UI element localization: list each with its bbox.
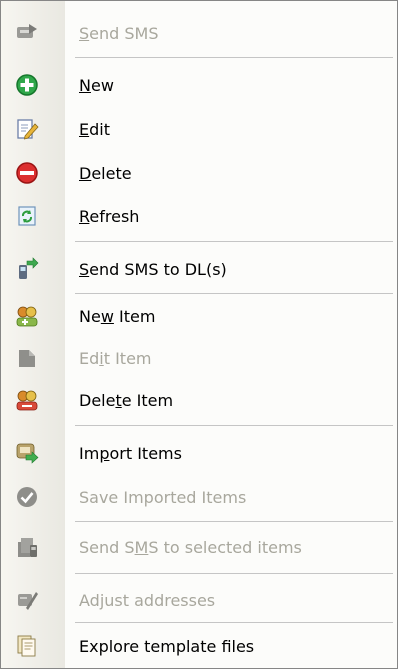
menu-separator [75, 425, 393, 426]
menu-separator [75, 293, 393, 294]
menu-item-edit-item[interactable]: Edit Item [1, 337, 397, 379]
menu-item-refresh[interactable]: Refresh [1, 195, 397, 237]
edit-icon [15, 117, 39, 141]
menu-item-edit[interactable]: Edit [1, 107, 397, 151]
menu-separator [75, 241, 393, 242]
menu-item-label: Delete Item [79, 390, 174, 410]
menu-separator [75, 521, 393, 522]
menu-item-label: Refresh [79, 206, 140, 226]
context-menu: Send SMS New Edit Delete Refresh Send SM… [0, 0, 398, 669]
import-items-icon [15, 441, 39, 465]
menu-item-label: Send SMS to DL(s) [79, 259, 227, 279]
explore-templates-icon [15, 634, 39, 658]
menu-item-send-sms-to-selected[interactable]: Send SMS to selected items [1, 525, 397, 569]
menu-item-label: Save Imported Items [79, 487, 247, 507]
menu-item-label: Import Items [79, 443, 182, 463]
menu-item-label: Explore template files [79, 636, 255, 656]
menu-item-adjust-addresses[interactable]: Adjust addresses [1, 579, 397, 621]
menu-item-label: New Item [79, 306, 156, 326]
menu-item-label: Edit Item [79, 348, 152, 368]
checkmark-circle-icon [15, 485, 39, 509]
new-item-icon [15, 304, 39, 328]
menu-item-import-items[interactable]: Import Items [1, 431, 397, 475]
menu-separator [75, 573, 393, 574]
menu-item-label: Edit [79, 119, 110, 139]
send-to-selected-icon [15, 535, 39, 559]
refresh-icon [15, 204, 39, 228]
menu-item-label: New [79, 75, 114, 95]
menu-item-label: Delete [79, 163, 132, 183]
menu-item-new[interactable]: New [1, 63, 397, 107]
menu-separator [75, 622, 393, 623]
menu-item-new-item[interactable]: New Item [1, 295, 397, 337]
menu-item-send-sms-to-dl[interactable]: Send SMS to DL(s) [1, 247, 397, 291]
send-sms-icon [15, 21, 39, 45]
delete-item-icon [15, 388, 39, 412]
adjust-addresses-icon [15, 588, 39, 612]
menu-item-label: Send SMS to selected items [79, 537, 302, 557]
menu-item-label: Send SMS [79, 23, 159, 43]
menu-item-delete[interactable]: Delete [1, 151, 397, 195]
menu-separator [75, 57, 393, 58]
menu-item-label: Adjust addresses [79, 590, 216, 610]
edit-item-icon [15, 346, 39, 370]
add-circle-icon [15, 73, 39, 97]
menu-item-send-sms[interactable]: Send SMS [1, 13, 397, 53]
delete-circle-icon [15, 161, 39, 185]
menu-item-explore-template-files[interactable]: Explore template files [1, 625, 397, 667]
menu-item-save-imported-items[interactable]: Save Imported Items [1, 475, 397, 519]
send-to-dl-icon [15, 257, 39, 281]
menu-item-delete-item[interactable]: Delete Item [1, 379, 397, 421]
